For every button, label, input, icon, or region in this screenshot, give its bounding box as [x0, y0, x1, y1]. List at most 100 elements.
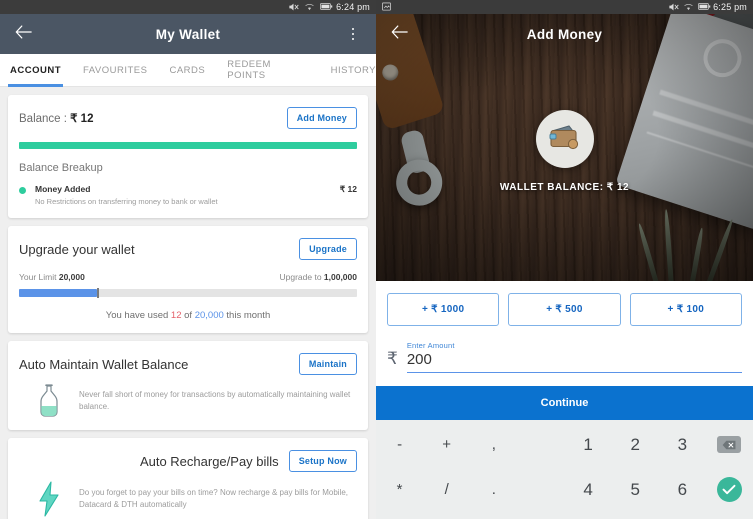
left-clock: 6:24 pm — [336, 2, 370, 12]
key-2[interactable]: 2 — [612, 435, 659, 455]
maintain-button[interactable]: Maintain — [298, 353, 357, 375]
back-button[interactable] — [10, 21, 36, 47]
balance-card: Balance : ₹ 12 Add Money Balance Breakup… — [8, 95, 368, 218]
key-minus[interactable]: - — [376, 436, 423, 453]
upgrade-button[interactable]: Upgrade — [299, 238, 357, 260]
wallet-app-bar: My Wallet — [0, 14, 376, 54]
status-dot-icon — [19, 187, 26, 194]
tab-history[interactable]: HISTORY — [331, 54, 376, 87]
tab-account[interactable]: ACCOUNT — [8, 54, 63, 87]
upgrade-title: Upgrade your wallet — [19, 241, 135, 257]
balance-breakup-title: Balance Breakup — [19, 162, 103, 174]
overflow-menu-button[interactable] — [340, 21, 366, 47]
balance-prefix: Balance : — [19, 113, 71, 125]
quick-amount-1000[interactable]: + ₹ 1000 — [387, 293, 500, 326]
back-button[interactable] — [386, 21, 412, 47]
usage-mid: of — [181, 310, 195, 321]
right-clock: 6:25 pm — [713, 2, 747, 12]
keyboard-row-1: - + , 1 2 3 — [376, 422, 753, 467]
my-wallet-screen: 6:24 pm My Wallet ACCOUNT FAVOURITES CAR… — [0, 0, 376, 519]
add-money-app-bar: Add Money — [376, 14, 753, 54]
dual-screenshot: 6:24 pm My Wallet ACCOUNT FAVOURITES CAR… — [0, 0, 753, 519]
auto-maintain-description: Never fall short of money for transactio… — [79, 390, 351, 411]
add-money-screen: 6:25 pm Add Money WALLET BALANCE: ₹ 12 +… — [376, 0, 753, 519]
battery-icon — [698, 2, 711, 12]
key-enter[interactable] — [706, 477, 753, 502]
avatar — [535, 110, 594, 168]
auto-maintain-title: Auto Maintain Wallet Balance — [19, 356, 189, 372]
battery-icon — [320, 2, 333, 12]
mute-icon — [288, 2, 299, 12]
usage-amount: 12 — [170, 310, 182, 321]
breakup-item-amount: ₹ 12 — [339, 184, 357, 194]
tab-favourites[interactable]: FAVOURITES — [83, 54, 147, 87]
breakup-item-sub: No Restrictions on transferring money to… — [35, 197, 218, 206]
key-asterisk[interactable]: * — [376, 481, 423, 498]
numeric-keyboard: - + , 1 2 3 * / . 4 5 6 — [376, 420, 753, 519]
key-comma[interactable]: , — [470, 436, 517, 453]
add-money-form: + ₹ 1000 + ₹ 500 + ₹ 100 ₹ Enter Amount … — [376, 281, 753, 519]
usage-text: You have used 12 of 20,000 this month — [19, 310, 357, 321]
balance-progress-bar — [19, 142, 357, 149]
rupee-icon: ₹ — [387, 349, 398, 368]
wallet-content-scroll[interactable]: Balance : ₹ 12 Add Money Balance Breakup… — [0, 87, 376, 519]
wallet-balance-label: WALLET BALANCE: ₹ 12 — [499, 182, 630, 193]
key-4[interactable]: 4 — [565, 480, 612, 500]
upgrade-limit-label: Upgrade to 1,00,000 — [279, 272, 357, 282]
upgrade-value: 1,00,000 — [323, 272, 357, 282]
page-title: My Wallet — [155, 26, 221, 42]
key-period[interactable]: . — [470, 481, 517, 498]
left-status-bar: 6:24 pm — [0, 0, 376, 14]
key-backspace[interactable] — [706, 436, 753, 453]
amount-field[interactable]: Enter Amount 200 — [406, 341, 742, 373]
wallet-icon — [548, 122, 582, 157]
breakup-row: Money Added No Restrictions on transferr… — [19, 184, 357, 206]
continue-button[interactable]: Continue — [376, 386, 753, 420]
key-1[interactable]: 1 — [565, 435, 612, 455]
amount-field-label: Enter Amount — [406, 341, 455, 350]
key-5[interactable]: 5 — [612, 480, 659, 500]
amount-input[interactable]: 200 — [407, 351, 742, 368]
upgrade-progress-fill — [19, 289, 97, 297]
wallet-tabs: ACCOUNT FAVOURITES CARDS REDEEM POINTS H… — [0, 54, 376, 87]
tab-cards[interactable]: CARDS — [169, 54, 205, 87]
auto-recharge-card: Auto Recharge/Pay bills Setup Now Do you… — [8, 438, 368, 519]
breakup-item-title: Money Added — [35, 184, 91, 194]
keyboard-row-2: * / . 4 5 6 — [376, 467, 753, 512]
screenshot-icon — [382, 2, 393, 12]
upgrade-card: Upgrade your wallet Upgrade Your Limit 2… — [8, 226, 368, 333]
hero-photo: Add Money WALLET BALANCE: ₹ 12 — [376, 14, 753, 281]
auto-recharge-title: Auto Recharge/Pay bills — [139, 453, 279, 469]
wifi-icon — [304, 2, 315, 12]
setup-now-button[interactable]: Setup Now — [288, 450, 357, 472]
quick-amount-100[interactable]: + ₹ 100 — [629, 293, 742, 326]
usage-suffix: this month — [223, 310, 271, 321]
key-3[interactable]: 3 — [659, 435, 706, 455]
key-slash[interactable]: / — [423, 481, 470, 498]
lightning-bolt-icon — [19, 481, 79, 517]
upgrade-prefix: Upgrade to — [279, 272, 324, 282]
quick-amount-row: + ₹ 1000 + ₹ 500 + ₹ 100 — [376, 281, 753, 326]
balance-label: Balance : ₹ 12 — [19, 111, 93, 125]
auto-recharge-description: Do you forget to pay your bills on time?… — [79, 488, 349, 509]
key-6[interactable]: 6 — [659, 480, 706, 500]
back-arrow-icon — [15, 24, 32, 44]
mute-icon — [668, 2, 679, 12]
current-limit-label: Your Limit 20,000 — [19, 272, 85, 282]
bottle-icon — [19, 384, 79, 418]
right-status-bar: 6:25 pm — [376, 0, 753, 14]
key-plus[interactable]: + — [423, 436, 470, 453]
page-title: Add Money — [526, 26, 603, 42]
usage-limit: 20,000 — [194, 310, 224, 321]
backspace-icon — [717, 436, 742, 453]
add-money-button[interactable]: Add Money — [286, 107, 357, 129]
back-arrow-icon — [391, 24, 408, 44]
quick-amount-500[interactable]: + ₹ 500 — [508, 293, 621, 326]
balance-amount: ₹ 12 — [70, 113, 94, 125]
limit-value: 20,000 — [58, 272, 85, 282]
kebab-menu-icon — [351, 27, 355, 41]
tab-redeem-points[interactable]: REDEEM POINTS — [227, 54, 308, 87]
amount-input-row: ₹ Enter Amount 200 — [376, 341, 753, 373]
auto-maintain-card: Auto Maintain Wallet Balance Maintain Ne… — [8, 341, 368, 430]
upgrade-progress-handle[interactable] — [96, 288, 99, 298]
